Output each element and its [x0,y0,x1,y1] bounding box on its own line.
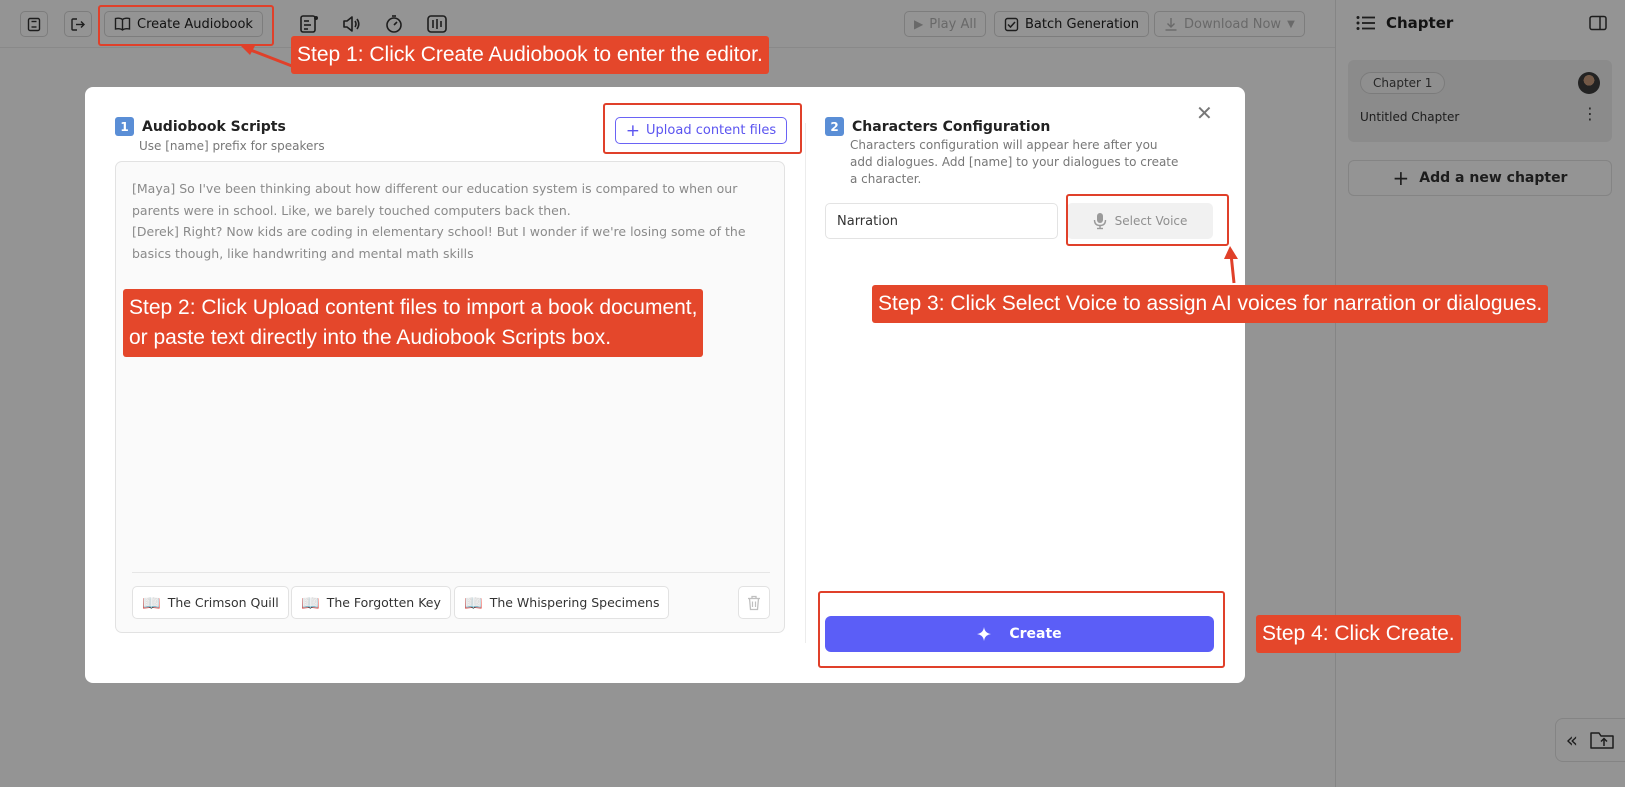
callout-arrows [240,44,1238,284]
callout-step-1: Step 1: Click Create Audiobook to enter … [291,36,769,74]
callout-step-3: Step 3: Click Select Voice to assign AI … [872,285,1549,323]
callout-step-2: Step 2: Click Upload content files to im… [123,289,704,357]
callout-step-2-line-1: Step 2: Click Upload content files to im… [129,296,698,319]
callout-step-2-line-2: or paste text directly into the Audioboo… [129,326,612,349]
callout-step-4: Step 4: Click Create. [1256,615,1461,653]
